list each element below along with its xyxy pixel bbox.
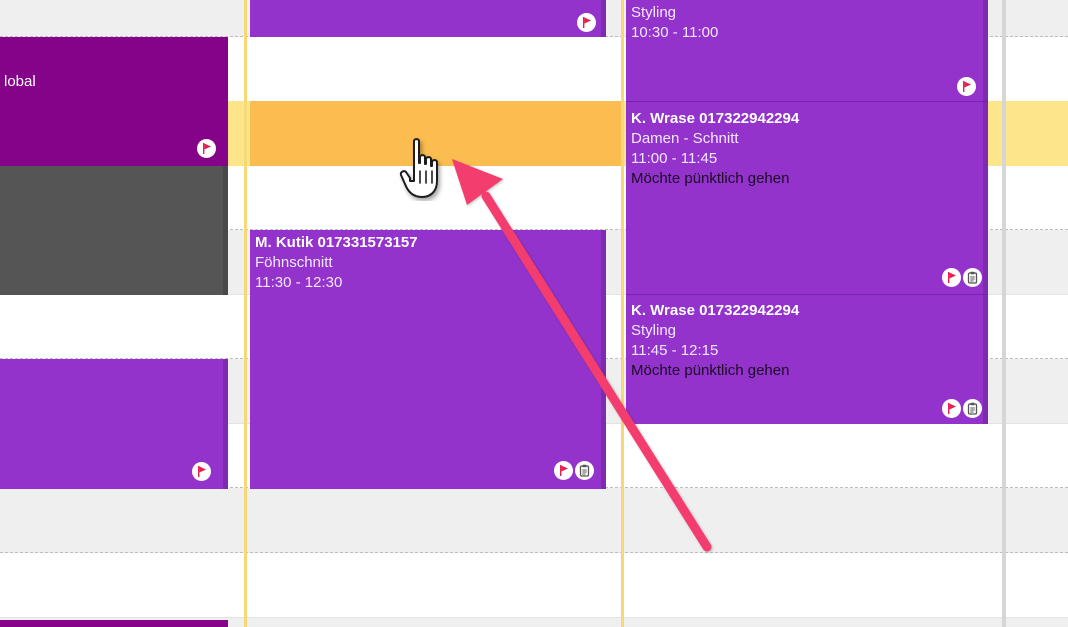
clipboard-icon[interactable]: [963, 268, 982, 287]
appointment-note: Möchte pünktlich gehen: [631, 170, 790, 187]
flag-icon[interactable]: [554, 461, 573, 480]
clipboard-icon[interactable]: [963, 399, 982, 418]
time-row[interactable]: [0, 553, 1068, 617]
appointment-card[interactable]: lobal: [0, 37, 228, 166]
column-divider: [1002, 0, 1006, 627]
appointment-card[interactable]: Styling 10:30 - 11:00: [626, 0, 988, 101]
appointment-icons: [197, 139, 216, 158]
appointment-time: 11:45 - 12:15: [631, 342, 719, 359]
service-name: Föhnschnitt: [255, 254, 333, 271]
hand-pointer-icon: [399, 138, 438, 198]
flag-icon[interactable]: [192, 462, 211, 481]
appointment-time: 11:30 - 12:30: [255, 274, 343, 291]
customer-name: K. Wrase 017322942294: [631, 302, 800, 319]
clipboard-icon[interactable]: [575, 461, 594, 480]
appointment-card[interactable]: [0, 620, 228, 627]
appointment-icons: [554, 461, 594, 480]
appointment-card[interactable]: K. Wrase 017322942294 Styling 11:45 - 12…: [626, 294, 988, 424]
column-divider: [621, 0, 624, 627]
appointment-card[interactable]: [250, 0, 606, 37]
appointment-time: 11:00 - 11:45: [631, 150, 718, 167]
appointment-time: 10:30 - 11:00: [631, 24, 719, 41]
service-name: Styling: [631, 4, 677, 21]
flag-icon[interactable]: [957, 77, 976, 96]
appointment-icons: [957, 77, 976, 96]
blocked-time-card[interactable]: [0, 166, 228, 295]
appointment-title: lobal: [4, 73, 36, 90]
appointment-icons: [577, 13, 596, 32]
time-row[interactable]: [0, 488, 1068, 553]
service-name: Damen - Schnitt: [631, 130, 739, 147]
flag-icon[interactable]: [197, 139, 216, 158]
appointment-icons: [942, 268, 982, 287]
customer-name: M. Kutik 017331573157: [255, 234, 418, 251]
appointment-icons: [942, 399, 982, 418]
appointment-card[interactable]: K. Wrase 017322942294 Damen - Schnitt 11…: [626, 101, 988, 294]
customer-name: K. Wrase 017322942294: [631, 110, 800, 127]
appointment-card[interactable]: M. Kutik 017331573157 Föhnschnitt 11:30 …: [250, 230, 606, 489]
appointment-card[interactable]: [0, 359, 228, 489]
appointment-icons: [192, 462, 211, 481]
service-name: Styling: [631, 322, 677, 339]
flag-icon[interactable]: [942, 399, 961, 418]
calendar-view: lobal M. Kutik 017331573157 Föhnschnitt …: [0, 0, 1068, 627]
flag-icon[interactable]: [577, 13, 596, 32]
flag-icon[interactable]: [942, 268, 961, 287]
column-divider: [244, 0, 247, 627]
appointment-note: Möchte pünktlich gehen: [631, 362, 790, 379]
